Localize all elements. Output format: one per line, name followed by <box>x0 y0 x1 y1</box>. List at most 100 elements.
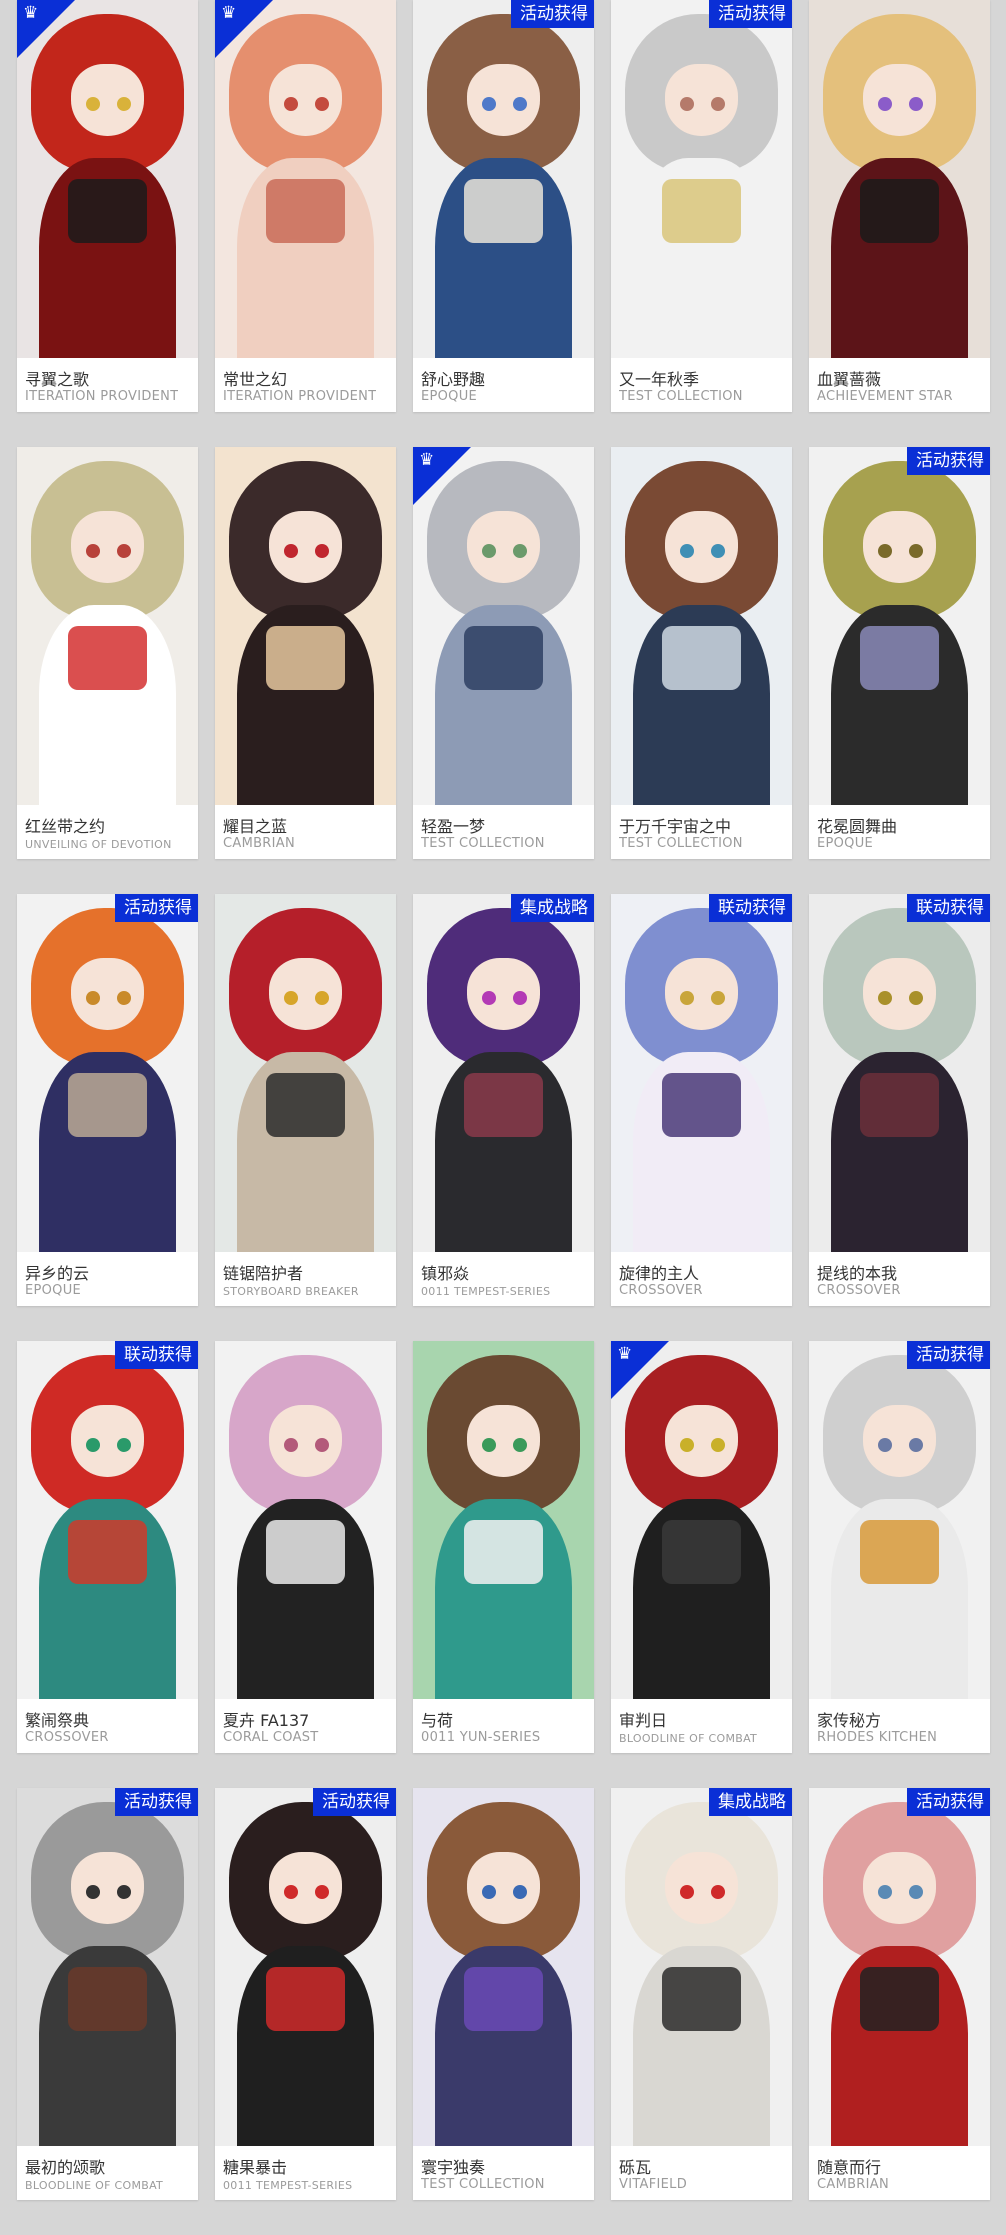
skin-card[interactable]: 耀目之蓝 CAMBRIAN <box>215 447 396 859</box>
artwork-eye <box>512 96 528 111</box>
artwork-eye <box>85 990 101 1005</box>
skin-name: 审判日 <box>619 1711 668 1730</box>
skin-name: 家传秘方 <box>817 1711 882 1730</box>
artwork-eye <box>314 1437 330 1452</box>
artwork-accent <box>265 1073 346 1138</box>
skin-card[interactable]: ♛ 常世之幻 ITERATION PROVIDENT <box>215 0 396 412</box>
skin-artwork <box>809 1788 990 2146</box>
skin-card[interactable]: 活动获得 异乡的云 EPOQUE <box>17 894 198 1306</box>
skin-card[interactable]: 活动获得 又一年秋季 TEST COLLECTION <box>611 0 792 412</box>
artwork-eye <box>314 990 330 1005</box>
skin-card[interactable]: 红丝带之约 UNVEILING OF DEVOTION <box>17 447 198 859</box>
artwork-accent <box>67 1073 148 1138</box>
artwork-eye <box>283 1437 299 1452</box>
skin-card[interactable]: 血翼蔷薇 ACHIEVEMENT STAR <box>809 0 990 412</box>
skin-card[interactable]: ♛ 审判日 BLOODLINE OF COMBAT <box>611 1341 792 1753</box>
skin-card[interactable]: 活动获得 家传秘方 RHODES KITCHEN <box>809 1341 990 1753</box>
skin-card[interactable]: 联动获得 繁闹祭典 CROSSOVER <box>17 1341 198 1753</box>
skin-card[interactable]: 链锯陪护者 STORYBOARD BREAKER <box>215 894 396 1306</box>
skin-card[interactable]: 于万千宇宙之中 TEST COLLECTION <box>611 447 792 859</box>
skin-name: 繁闹祭典 <box>25 1711 90 1730</box>
artwork-face <box>863 1852 936 1925</box>
artwork-eye <box>908 990 924 1005</box>
skin-series: TEST COLLECTION <box>619 836 743 851</box>
source-badge: 活动获得 <box>907 1788 990 1816</box>
skin-card[interactable]: 联动获得 旋律的主人 CROSSOVER <box>611 894 792 1306</box>
artwork-face <box>467 1405 540 1478</box>
skin-name: 糖果暴击 <box>223 2158 288 2177</box>
artwork-accent <box>67 179 148 244</box>
skin-card[interactable]: ♛ 寻翼之歌 ITERATION PROVIDENT <box>17 0 198 412</box>
skin-artwork <box>413 0 594 358</box>
skin-artwork <box>215 1788 396 2146</box>
skin-card[interactable]: 夏卉 FA137 CORAL COAST <box>215 1341 396 1753</box>
skin-card[interactable]: ♛ 轻盈一梦 TEST COLLECTION <box>413 447 594 859</box>
skin-artwork <box>809 0 990 358</box>
skin-card[interactable]: 活动获得 舒心野趣 EPOQUE <box>413 0 594 412</box>
skin-series: VITAFIELD <box>619 2177 688 2192</box>
artwork-eye <box>512 1437 528 1452</box>
skin-name: 寰宇独奏 <box>421 2158 486 2177</box>
source-badge: 联动获得 <box>907 894 990 922</box>
skin-card[interactable]: 活动获得 花冕圆舞曲 EPOQUE <box>809 447 990 859</box>
skin-series: TEST COLLECTION <box>421 836 545 851</box>
skin-name: 与荷 <box>421 1711 454 1730</box>
skin-card[interactable]: 集成战略 砾瓦 VITAFIELD <box>611 1788 792 2200</box>
skin-card[interactable]: 活动获得 随意而行 CAMBRIAN <box>809 1788 990 2200</box>
skin-artwork <box>215 894 396 1252</box>
artwork-accent <box>463 1967 544 2032</box>
artwork-face <box>71 1852 144 1925</box>
skin-series: BLOODLINE OF COMBAT <box>619 1732 758 1745</box>
artwork-accent <box>265 1520 346 1585</box>
artwork-accent <box>661 1967 742 2032</box>
skin-card[interactable]: 寰宇独奏 TEST COLLECTION <box>413 1788 594 2200</box>
source-badge: 活动获得 <box>907 1341 990 1369</box>
skin-artwork <box>17 447 198 805</box>
artwork-face <box>467 1852 540 1925</box>
skin-name: 红丝带之约 <box>25 817 106 836</box>
skin-card[interactable]: 集成战略 镇邪焱 0011 TEMPEST-SERIES <box>413 894 594 1306</box>
artwork-eye <box>85 96 101 111</box>
skin-series: BLOODLINE OF COMBAT <box>25 2179 164 2192</box>
skin-card[interactable]: 活动获得 糖果暴击 0011 TEMPEST-SERIES <box>215 1788 396 2200</box>
artwork-face <box>467 511 540 584</box>
source-badge: 活动获得 <box>709 0 792 28</box>
skin-artwork <box>413 1341 594 1699</box>
artwork-eye <box>908 1884 924 1899</box>
artwork-accent <box>859 626 940 691</box>
skin-artwork <box>413 1788 594 2146</box>
skin-card[interactable]: 联动获得 提线的本我 CROSSOVER <box>809 894 990 1306</box>
artwork-eye <box>314 96 330 111</box>
artwork-eye <box>85 543 101 558</box>
skin-series: ITERATION PROVIDENT <box>25 389 179 404</box>
artwork-accent <box>661 1520 742 1585</box>
source-badge: 集成战略 <box>511 894 594 922</box>
skin-artwork <box>809 1341 990 1699</box>
skin-series: CORAL COAST <box>223 1730 319 1745</box>
artwork-eye <box>314 543 330 558</box>
artwork-eye <box>908 1437 924 1452</box>
artwork-eye <box>512 543 528 558</box>
skin-artwork <box>17 1788 198 2146</box>
artwork-accent <box>463 1520 544 1585</box>
artwork-face <box>467 958 540 1031</box>
skin-card[interactable]: 活动获得 最初的颂歌 BLOODLINE OF COMBAT <box>17 1788 198 2200</box>
skin-name: 轻盈一梦 <box>421 817 486 836</box>
artwork-face <box>71 958 144 1031</box>
artwork-face <box>863 511 936 584</box>
skin-name: 血翼蔷薇 <box>817 370 882 389</box>
skin-name: 耀目之蓝 <box>223 817 288 836</box>
artwork-eye <box>481 96 497 111</box>
artwork-accent <box>661 1073 742 1138</box>
artwork-eye <box>710 543 726 558</box>
artwork-eye <box>283 543 299 558</box>
artwork-accent <box>661 626 742 691</box>
skin-artwork <box>611 1788 792 2146</box>
artwork-eye <box>85 1884 101 1899</box>
skin-card[interactable]: 与荷 0011 YUN-SERIES <box>413 1341 594 1753</box>
artwork-eye <box>877 1437 893 1452</box>
artwork-eye <box>710 990 726 1005</box>
artwork-eye <box>116 990 132 1005</box>
source-badge: 活动获得 <box>511 0 594 28</box>
artwork-eye <box>116 96 132 111</box>
